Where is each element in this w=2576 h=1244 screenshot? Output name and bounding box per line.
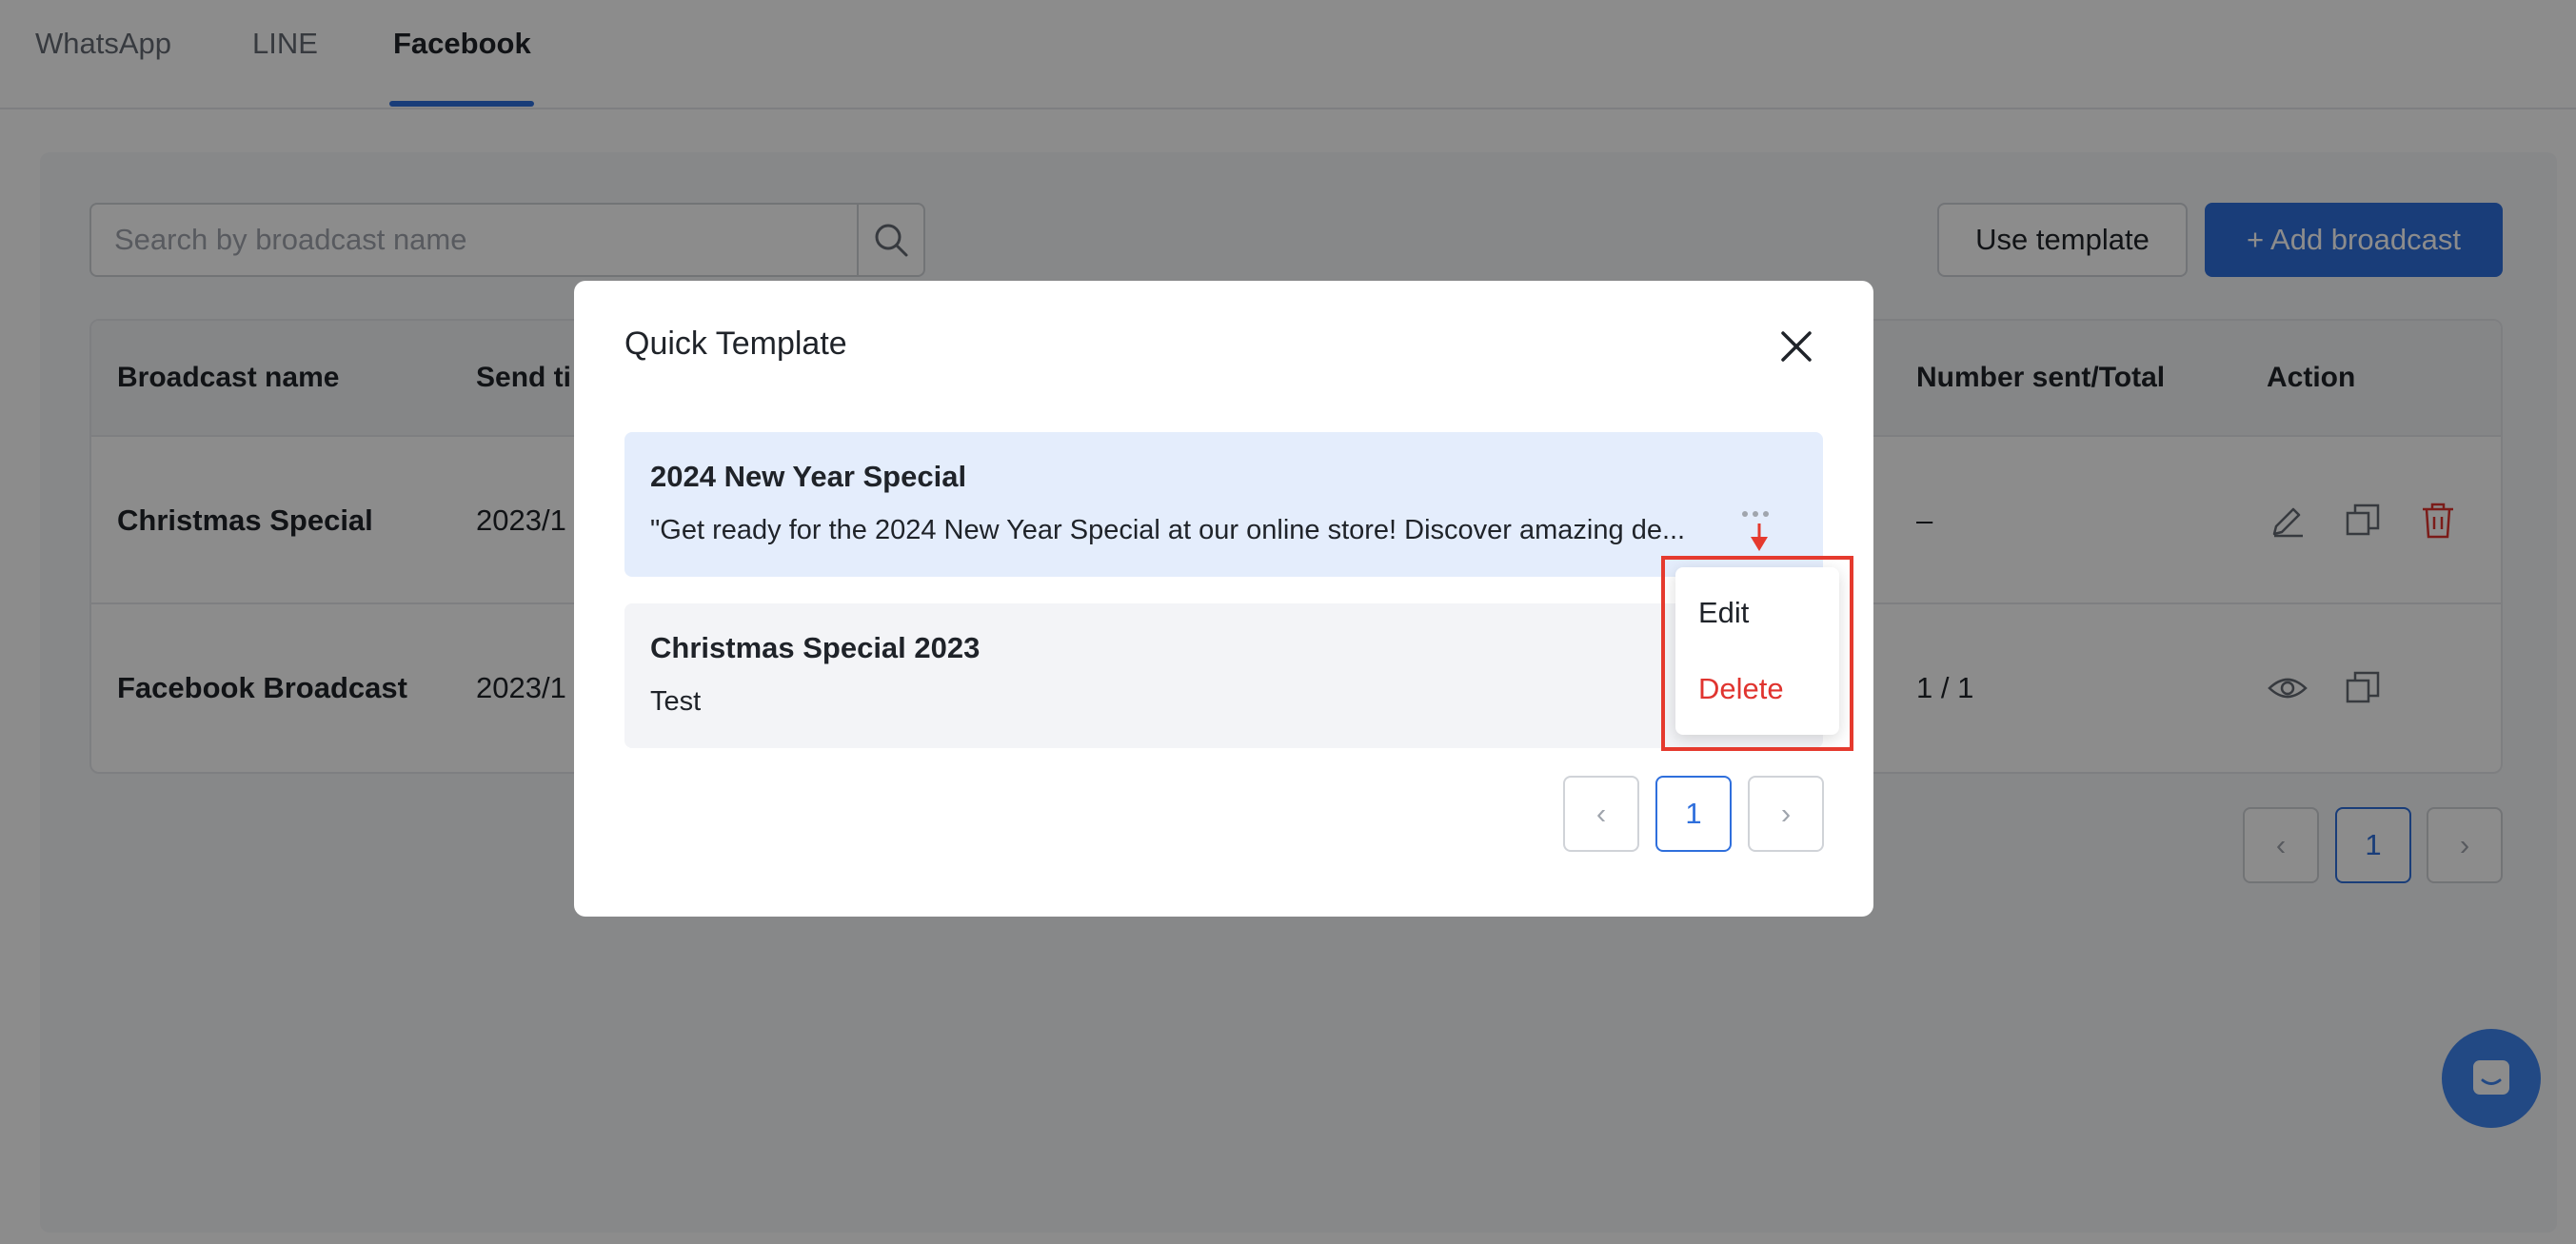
template-card[interactable]: 2024 New Year Special "Get ready for the… <box>624 432 1823 577</box>
modal-title: Quick Template <box>624 326 847 362</box>
template-description: "Get ready for the 2024 New Year Special… <box>650 515 1686 545</box>
modal-next-page-button[interactable]: › <box>1748 776 1824 852</box>
more-options-icon[interactable] <box>1740 508 1771 520</box>
highlight-box <box>1661 556 1853 751</box>
annotation-arrow-icon <box>1751 523 1768 551</box>
template-card[interactable]: Christmas Special 2023 Test <box>624 603 1823 748</box>
modal-page-1-button[interactable]: 1 <box>1655 776 1732 852</box>
modal-prev-page-button[interactable]: ‹ <box>1563 776 1639 852</box>
close-icon <box>1781 331 1812 362</box>
template-name: Christmas Special 2023 <box>650 631 981 664</box>
close-button[interactable] <box>1773 324 1819 369</box>
template-name: 2024 New Year Special <box>650 460 967 493</box>
template-description: Test <box>650 686 702 717</box>
